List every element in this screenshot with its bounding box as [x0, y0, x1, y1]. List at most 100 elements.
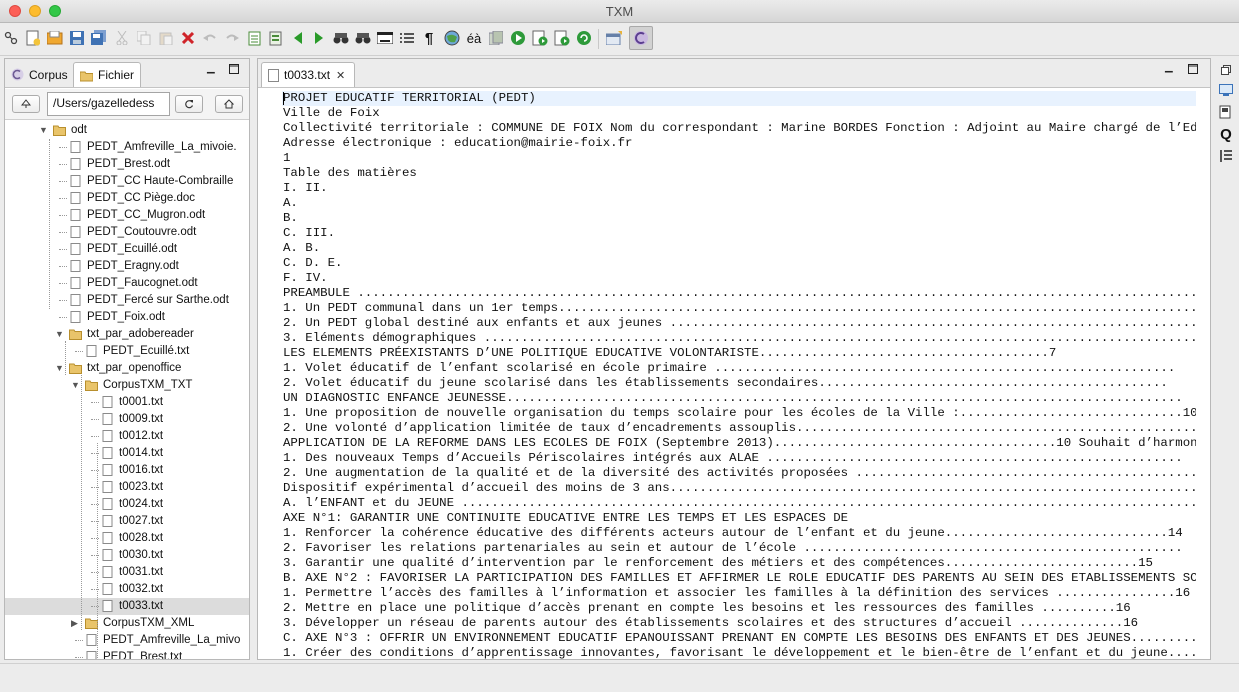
tree-file[interactable]: PEDT_CC Haute-Combraille	[5, 173, 249, 190]
search-binoculars-2-icon[interactable]	[354, 29, 372, 47]
tree-file[interactable]: t0014.txt	[5, 445, 249, 462]
tree-file[interactable]: t0032.txt	[5, 581, 249, 598]
text-line[interactable]: F. IV.	[283, 271, 1196, 286]
text-line[interactable]: UN DIAGNOSTIC ENFANCE JEUNESSE..........…	[283, 391, 1196, 406]
tree-file[interactable]: PEDT_Ecuillé.odt	[5, 241, 249, 258]
index-icon[interactable]	[1218, 148, 1234, 164]
close-tab-icon[interactable]: ✕	[336, 69, 345, 82]
text-line[interactable]: Collectivité territoriale : COMMUNE DE F…	[283, 121, 1196, 136]
console-icon[interactable]	[1218, 82, 1234, 98]
tree-file[interactable]: t0031.txt	[5, 564, 249, 581]
pilcrow-icon[interactable]: ¶	[420, 29, 438, 47]
text-content[interactable]: PROJET EDUCATIF TERRITORIAL (PEDT) Ville …	[283, 91, 1196, 659]
tree-file[interactable]: t0009.txt	[5, 411, 249, 428]
tree-file[interactable]: t0027.txt	[5, 513, 249, 530]
tab-fichier[interactable]: Fichier	[73, 62, 142, 87]
tree-file[interactable]: PEDT_Coutouvre.odt	[5, 224, 249, 241]
text-line[interactable]: 1. Un PEDT communal dans un 1er temps...…	[283, 301, 1196, 316]
history-icon[interactable]	[487, 29, 505, 47]
perspective-open-icon[interactable]	[605, 29, 623, 47]
tree-file[interactable]: PEDT_Amfreville_La_mivo	[5, 632, 249, 649]
tree-file[interactable]: t0028.txt	[5, 530, 249, 547]
query-icon[interactable]: Q	[1218, 126, 1234, 143]
text-line[interactable]: 3. Développer un réseau de parents autou…	[283, 616, 1196, 631]
text-line[interactable]: C. III.	[283, 226, 1196, 241]
text-line[interactable]: PREAMBULE ..............................…	[283, 286, 1196, 301]
tree-file[interactable]: t0023.txt	[5, 479, 249, 496]
text-line[interactable]: 1. Des nouveaux Temps d’Accueils Périsco…	[283, 451, 1196, 466]
workspace-icon[interactable]	[2, 29, 20, 47]
run-again-icon[interactable]	[575, 29, 593, 47]
home-button[interactable]	[215, 95, 243, 113]
text-line[interactable]: 2. Favoriser les relations partenariales…	[283, 541, 1196, 556]
properties-icon[interactable]	[266, 29, 284, 47]
save-all-icon[interactable]	[90, 29, 108, 47]
tree-file[interactable]: PEDT_Foix.odt	[5, 309, 249, 326]
text-line[interactable]: 2. Une augmentation de la qualité et de …	[283, 466, 1196, 481]
redo-icon[interactable]	[223, 29, 241, 47]
tree-file[interactable]: PEDT_Ecuillé.txt	[5, 343, 249, 360]
tree-folder[interactable]: ▶ CorpusTXM_XML	[5, 615, 249, 632]
minimize-panel-icon[interactable]: ▁	[207, 63, 215, 74]
expanded-arrow-icon[interactable]: ▼	[55, 329, 65, 339]
undo-icon[interactable]	[201, 29, 219, 47]
save-icon[interactable]	[68, 29, 86, 47]
text-line[interactable]: B. AXE N°2 : FAVORISER LA PARTICIPATION …	[283, 571, 1196, 586]
text-line[interactable]: PROJET EDUCATIF TERRITORIAL (PEDT)	[283, 91, 1196, 106]
tree-file[interactable]: PEDT_Faucognet.odt	[5, 275, 249, 292]
tree-file[interactable]: t0024.txt	[5, 496, 249, 513]
text-line[interactable]: A. l’ENFANT et du JEUNE ................…	[283, 496, 1196, 511]
text-line[interactable]: LES ELEMENTS PRÉEXISTANTS D’UNE POLITIQU…	[283, 346, 1196, 361]
maximize-editor-icon[interactable]	[1188, 64, 1198, 77]
tree-file[interactable]: t0012.txt	[5, 428, 249, 445]
bookmark-icon[interactable]	[1218, 104, 1234, 120]
tree-folder[interactable]: ▼ CorpusTXM_TXT	[5, 377, 249, 394]
collapsed-arrow-icon[interactable]: ▶	[71, 618, 81, 628]
back-icon[interactable]	[289, 29, 307, 47]
expanded-arrow-icon[interactable]: ▼	[55, 363, 65, 373]
tree-file[interactable]: PEDT_Amfreville_La_mivoie.	[5, 139, 249, 156]
tree-file[interactable]: PEDT_CC_Mugron.odt	[5, 207, 249, 224]
text-line[interactable]: A. B.	[283, 241, 1196, 256]
minimize-editor-icon[interactable]: ▁	[1165, 62, 1173, 73]
text-line[interactable]: 1. Créer des conditions d’apprentissage …	[283, 646, 1196, 659]
search-binoculars-icon[interactable]	[332, 29, 350, 47]
maximize-panel-icon[interactable]	[229, 64, 239, 77]
expanded-arrow-icon[interactable]: ▼	[71, 380, 81, 390]
text-line[interactable]: C. D. E.	[283, 256, 1196, 271]
txm-perspective-icon[interactable]	[629, 26, 653, 50]
open-icon[interactable]	[46, 29, 64, 47]
run-icon[interactable]	[509, 29, 527, 47]
web-icon[interactable]	[443, 29, 461, 47]
tree-file[interactable]: PEDT_Eragny.odt	[5, 258, 249, 275]
list-icon[interactable]	[398, 29, 416, 47]
paste-icon[interactable]	[157, 29, 175, 47]
text-line[interactable]: Dispositif expérimental d’accueil des mo…	[283, 481, 1196, 496]
tree-folder[interactable]: ▼ txt_par_adobereader	[5, 326, 249, 343]
text-line[interactable]: 1. Renforcer la cohérence éducative des …	[283, 526, 1196, 541]
forward-icon[interactable]	[310, 29, 328, 47]
refresh-button[interactable]	[175, 95, 203, 113]
text-line[interactable]: 1. Une proposition de nouvelle organisat…	[283, 406, 1196, 421]
editor-tab-t0033[interactable]: t0033.txt ✕	[261, 62, 355, 87]
text-line[interactable]: Ville de Foix	[283, 106, 1196, 121]
tree-folder[interactable]: ▼ txt_par_openoffice	[5, 360, 249, 377]
text-line[interactable]: APPLICATION DE LA REFORME DANS LES ECOLE…	[283, 436, 1196, 451]
parent-folder-button[interactable]	[12, 95, 40, 113]
page-icon[interactable]	[245, 29, 263, 47]
run-file-icon[interactable]	[531, 29, 549, 47]
text-line[interactable]: 2. Mettre en place une politique d’accès…	[283, 601, 1196, 616]
tab-corpus[interactable]: Corpus	[5, 62, 74, 87]
path-input[interactable]: /Users/gazelledess	[47, 92, 170, 116]
delete-icon[interactable]	[179, 29, 197, 47]
text-line[interactable]: AXE N°1: GARANTIR UNE CONTINUITE EDUCATI…	[283, 511, 1196, 526]
accent-icon[interactable]: éà	[463, 29, 485, 47]
copy-icon[interactable]	[135, 29, 153, 47]
text-line[interactable]: B.	[283, 211, 1196, 226]
text-line[interactable]: I. II.	[283, 181, 1196, 196]
tree-file[interactable]: PEDT_Brest.odt	[5, 156, 249, 173]
text-line[interactable]: A.	[283, 196, 1196, 211]
text-line[interactable]: 3. Garantir une qualité d’intervention p…	[283, 556, 1196, 571]
text-editor[interactable]: PROJET EDUCATIF TERRITORIAL (PEDT) Ville …	[258, 89, 1210, 659]
new-file-icon[interactable]	[24, 29, 42, 47]
